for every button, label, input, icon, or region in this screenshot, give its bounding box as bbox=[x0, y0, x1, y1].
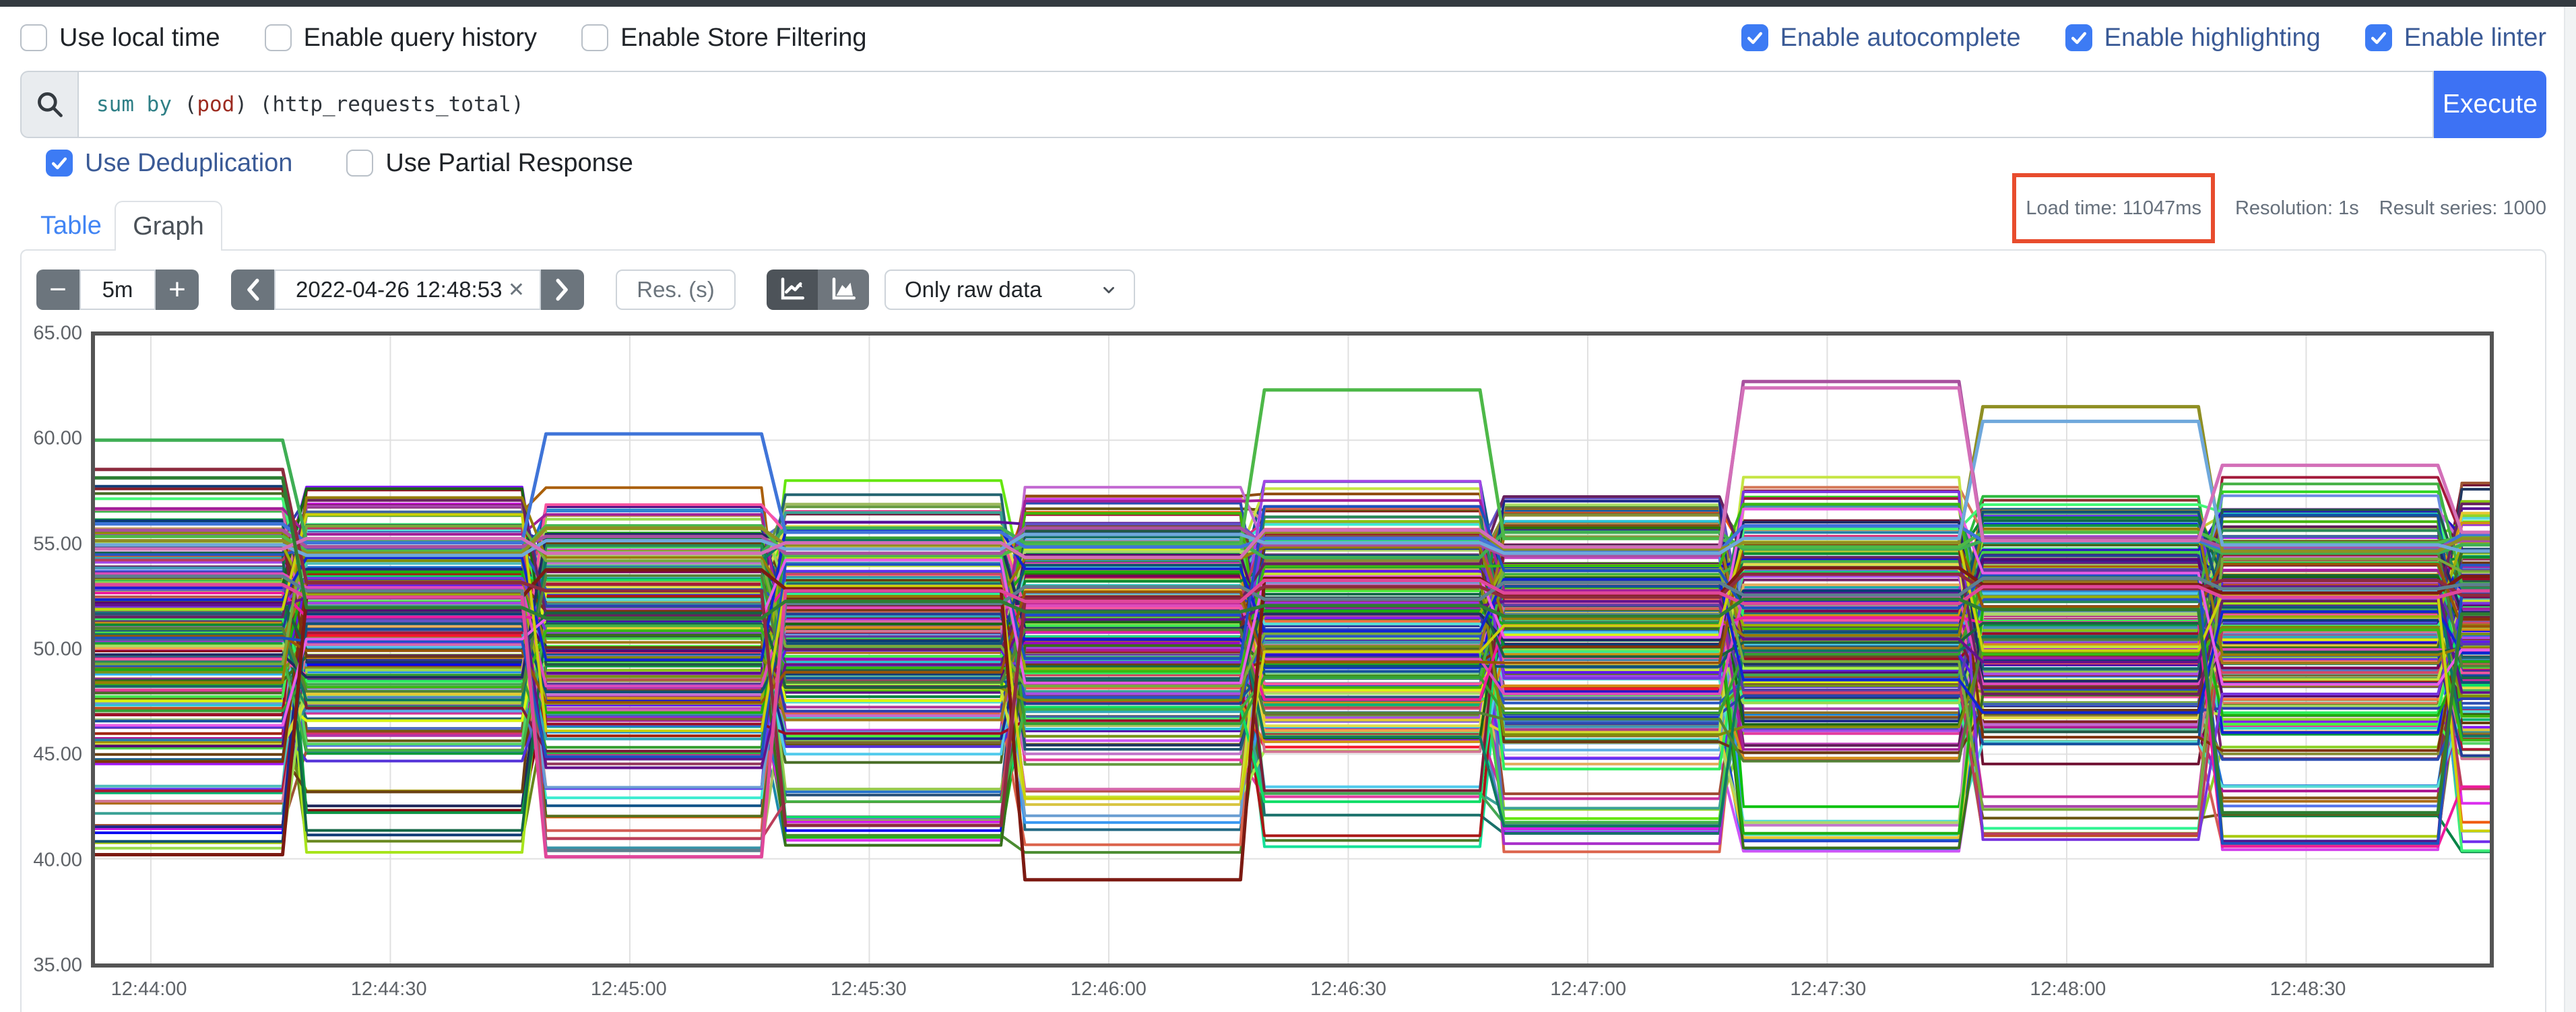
tab-graph[interactable]: Graph bbox=[115, 201, 222, 251]
x-tick-label: 12:46:00 bbox=[1054, 978, 1162, 1001]
options-right: Enable autocomplete Enable highlighting … bbox=[1741, 24, 2546, 53]
top-navbar bbox=[0, 0, 2576, 7]
enable-linter-checkbox[interactable]: Enable linter bbox=[2365, 24, 2546, 53]
checkbox-label: Enable linter bbox=[2404, 24, 2546, 53]
chart-canvas[interactable] bbox=[95, 336, 2490, 963]
y-tick-label: 35.00 bbox=[15, 955, 82, 977]
checkbox-icon[interactable] bbox=[346, 150, 373, 177]
enable-store-filtering-checkbox[interactable]: Enable Store Filtering bbox=[581, 24, 866, 53]
checkbox-icon[interactable] bbox=[20, 24, 47, 51]
checkbox-label: Enable highlighting bbox=[2104, 24, 2321, 53]
query-page: Use local time Enable query history Enab… bbox=[0, 0, 2576, 1012]
y-tick-label: 65.00 bbox=[15, 323, 82, 345]
checkbox-icon[interactable] bbox=[46, 150, 73, 177]
y-tick-label: 45.00 bbox=[15, 744, 82, 766]
x-tick-label: 12:44:00 bbox=[95, 978, 203, 1001]
resolution-stat: Resolution: 1s bbox=[2235, 197, 2359, 220]
datetime-input[interactable]: 2022-04-26 12:48:53 ✕ bbox=[274, 270, 541, 310]
time-back-button[interactable] bbox=[231, 270, 274, 310]
query-token: sum bbox=[96, 92, 134, 117]
checkbox-label: Enable query history bbox=[304, 24, 537, 53]
query-token: by bbox=[147, 92, 172, 117]
use-deduplication-checkbox[interactable]: Use Deduplication bbox=[46, 149, 292, 178]
time-series-chart[interactable] bbox=[91, 331, 2494, 968]
clear-datetime-icon[interactable]: ✕ bbox=[508, 278, 525, 302]
range-input[interactable]: 5m bbox=[79, 270, 156, 310]
checkbox-icon[interactable] bbox=[1741, 24, 1768, 51]
result-series-stat: Result series: 1000 bbox=[2379, 197, 2546, 220]
checkbox-icon[interactable] bbox=[581, 24, 608, 51]
range-decrease-button[interactable]: − bbox=[36, 270, 79, 310]
enable-query-history-checkbox[interactable]: Enable query history bbox=[265, 24, 537, 53]
y-tick-label: 50.00 bbox=[15, 639, 82, 661]
display-mode-select[interactable]: Only raw data bbox=[884, 270, 1135, 310]
display-mode-value: Only raw data bbox=[905, 277, 1042, 303]
x-tick-label: 12:45:00 bbox=[575, 978, 682, 1001]
query-stats: Load time: 11047ms Resolution: 1s Result… bbox=[2012, 172, 2546, 244]
datetime-value: 2022-04-26 12:48:53 bbox=[296, 277, 502, 303]
query-row: sum by (pod) (http_requests_total) Execu… bbox=[20, 71, 2546, 138]
y-tick-label: 40.00 bbox=[15, 849, 82, 871]
checkbox-icon[interactable] bbox=[265, 24, 292, 51]
resolution-input[interactable]: Res. (s) bbox=[616, 270, 736, 310]
query-sub-options: Use Deduplication Use Partial Response bbox=[46, 146, 633, 181]
query-token: pod bbox=[197, 92, 234, 117]
options-left: Use local time Enable query history Enab… bbox=[20, 24, 866, 53]
checkbox-label: Use local time bbox=[59, 24, 220, 53]
load-time-stat: Load time: 11047ms bbox=[2026, 197, 2201, 220]
search-icon bbox=[20, 71, 77, 138]
use-local-time-checkbox[interactable]: Use local time bbox=[20, 24, 220, 53]
y-tick-label: 60.00 bbox=[15, 428, 82, 450]
query-expression-input[interactable]: sum by (pod) (http_requests_total) bbox=[77, 71, 2434, 138]
chevron-down-icon bbox=[1100, 281, 1118, 298]
checkbox-icon[interactable] bbox=[2365, 24, 2392, 51]
x-tick-label: 12:47:00 bbox=[1535, 978, 1642, 1001]
checkbox-label: Enable Store Filtering bbox=[620, 24, 866, 53]
tab-table[interactable]: Table bbox=[40, 202, 115, 249]
enable-highlighting-checkbox[interactable]: Enable highlighting bbox=[2065, 24, 2321, 53]
execute-button[interactable]: Execute bbox=[2434, 71, 2546, 138]
query-token: http_requests_total bbox=[272, 92, 511, 117]
y-tick-label: 55.00 bbox=[15, 533, 82, 555]
x-tick-label: 12:48:00 bbox=[2014, 978, 2122, 1001]
x-tick-label: 12:47:30 bbox=[1774, 978, 1882, 1001]
x-tick-label: 12:46:30 bbox=[1295, 978, 1403, 1001]
range-increase-button[interactable]: + bbox=[156, 270, 199, 310]
options-row: Use local time Enable query history Enab… bbox=[20, 19, 2546, 57]
x-tick-label: 12:45:30 bbox=[814, 978, 922, 1001]
checkbox-label: Use Deduplication bbox=[85, 149, 292, 178]
checkbox-label: Enable autocomplete bbox=[1780, 24, 2021, 53]
line-chart-toggle-icon[interactable] bbox=[767, 270, 818, 310]
scrollbar[interactable] bbox=[2564, 7, 2576, 1012]
x-tick-label: 12:44:30 bbox=[335, 978, 443, 1001]
area-chart-toggle-icon[interactable] bbox=[818, 270, 869, 310]
use-partial-response-checkbox[interactable]: Use Partial Response bbox=[346, 149, 633, 178]
x-tick-label: 12:48:30 bbox=[2254, 978, 2362, 1001]
checkbox-icon[interactable] bbox=[2065, 24, 2092, 51]
enable-autocomplete-checkbox[interactable]: Enable autocomplete bbox=[1741, 24, 2021, 53]
time-forward-button[interactable] bbox=[541, 270, 584, 310]
graph-toolbar: − 5m + 2022-04-26 12:48:53 ✕ Res. (s) On… bbox=[36, 270, 1135, 310]
load-time-annotation-box: Load time: 11047ms bbox=[2012, 173, 2215, 243]
checkbox-label: Use Partial Response bbox=[385, 149, 633, 178]
